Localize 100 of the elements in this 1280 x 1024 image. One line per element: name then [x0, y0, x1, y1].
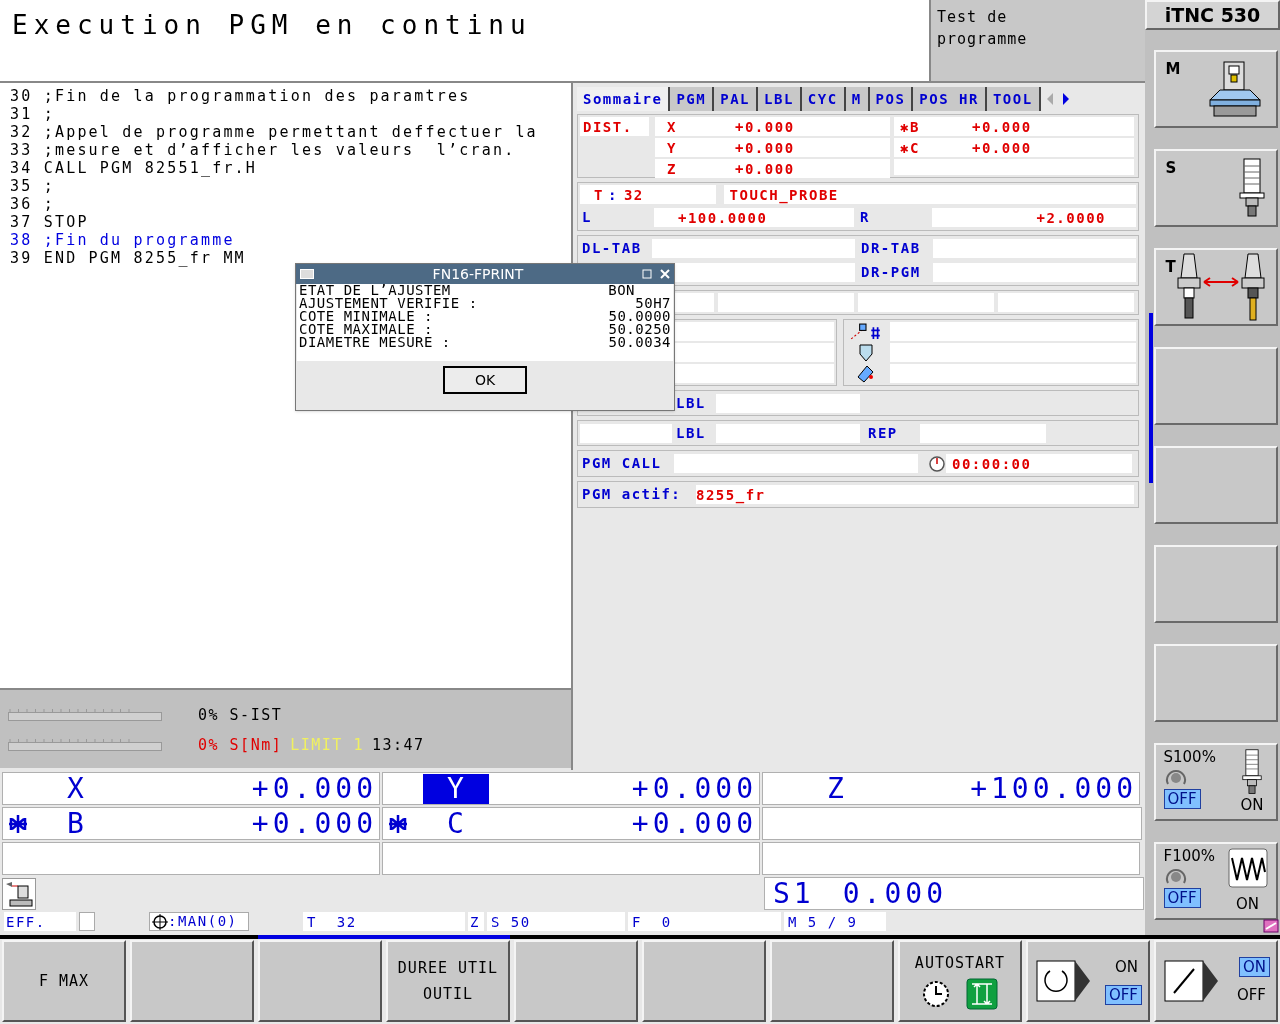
status-tab[interactable]: CYC [801, 87, 846, 111]
axis-value: +0.000 [631, 805, 758, 842]
axis-name: B [66, 808, 89, 839]
status-tab[interactable]: LBL [758, 87, 802, 111]
empty-softkey[interactable] [1153, 545, 1278, 623]
axis-name: Y [423, 773, 489, 804]
run-time: 00:00:00 [952, 456, 1032, 472]
feed-status: F 0 [632, 914, 672, 930]
empty-softkey[interactable] [130, 940, 254, 1022]
program-line[interactable]: 36 ; [10, 195, 571, 213]
status-tab[interactable]: Sommaire [577, 87, 671, 111]
override-label: F100% [1163, 848, 1215, 864]
autostart-softkey[interactable]: AUTOSTART [898, 940, 1022, 1022]
pgm-call-label: PGM CALL [581, 454, 663, 473]
offset-label: DR-TAB [860, 239, 922, 258]
option-label[interactable]: ON [1236, 795, 1268, 815]
clock-icon [922, 980, 950, 1009]
load-reading: 0% S[Nm] [198, 734, 283, 756]
tool-axis: Z [470, 914, 480, 930]
override-softkey[interactable]: F100% OFF ON [1153, 842, 1278, 920]
empty-softkey[interactable] [1153, 347, 1278, 425]
eff-label: EFF. [6, 914, 46, 930]
override-label: S100% [1163, 749, 1216, 765]
program-line[interactable]: 37 STOP [10, 213, 571, 231]
tool-name: TOUCH_PROBE [729, 187, 839, 203]
scroll-right-icon [1060, 92, 1071, 106]
axis-value: +0.000 [251, 770, 378, 807]
value-field [79, 912, 95, 931]
empty-softkey[interactable] [514, 940, 638, 1022]
probe-icon [850, 322, 882, 341]
spindle-speed: 0.000 [842, 875, 947, 912]
empty-softkey[interactable] [1153, 446, 1278, 524]
distance-value: +0.000 [734, 118, 795, 136]
axis-name: ✱B [899, 118, 921, 136]
option-label[interactable]: OFF [1163, 789, 1201, 809]
tool-number: 32 [623, 186, 644, 204]
option-label[interactable]: OFF [1163, 888, 1201, 908]
machine-softkey[interactable]: T [1153, 248, 1278, 326]
datum-icon [152, 913, 168, 930]
distance-value: +0.000 [734, 160, 795, 178]
program-line[interactable]: 35 ; [10, 177, 571, 195]
limit-label: LIMIT 1 [290, 734, 364, 756]
program-line[interactable]: 30 ;Fin de la programmation des paramtres [10, 87, 571, 105]
m-function-status: M 5 / 9 [788, 914, 858, 930]
tool-status: T 32 [307, 914, 357, 930]
tool-label: T [594, 186, 604, 204]
distance-value: +0.000 [972, 139, 1032, 157]
start-icon [966, 978, 998, 1011]
option-label[interactable]: OFF [1104, 985, 1142, 1005]
label-caption: LBL [675, 423, 707, 443]
option-label[interactable]: ON [1238, 957, 1270, 977]
status-tab[interactable]: TOOL [986, 87, 1041, 111]
probe-tip-icon [858, 343, 874, 362]
separator: : [607, 186, 618, 204]
help-icon [1263, 919, 1279, 933]
status-tab[interactable]: POS [869, 87, 914, 111]
program-line[interactable]: 39 END PGM 8255_fr MM [10, 249, 571, 267]
program-line[interactable]: 32 ;Appel de programme permettant deffectuer la [10, 123, 571, 141]
result-label: COTE MINIMALE : [299, 310, 433, 323]
close-icon[interactable] [660, 269, 670, 279]
secondary-mode-text: programme [937, 29, 1029, 50]
spindle-status: S 50 [491, 914, 531, 930]
option-label[interactable]: ON [1232, 894, 1263, 914]
status-tab[interactable]: PAL [714, 87, 759, 111]
machine-softkey[interactable]: S [1153, 149, 1278, 227]
active-program-name: 8255_fr [696, 487, 766, 503]
status-tab[interactable]: M [845, 87, 870, 111]
clock-time: 13:47 [371, 734, 425, 756]
active-program-label: PGM actif: [581, 485, 683, 504]
override-softkey[interactable]: S100% OFF ON [1153, 743, 1278, 821]
probe-angle-icon [857, 364, 875, 383]
axis-value: +100.000 [970, 770, 1138, 807]
option-label[interactable]: ON [1110, 957, 1142, 977]
axis-value: +0.000 [251, 805, 378, 842]
empty-softkey[interactable] [1153, 644, 1278, 722]
empty-softkey[interactable] [258, 940, 382, 1022]
softkey[interactable]: DUREE UTIL OUTIL [386, 940, 510, 1022]
status-tab[interactable]: POS HR [913, 87, 987, 111]
axis-name: X [66, 773, 89, 804]
radius-label: R [859, 208, 871, 227]
program-line[interactable]: 34 CALL PGM 82551_fr.H [10, 159, 571, 177]
softkey[interactable]: F MAX [2, 940, 126, 1022]
ok-button[interactable]: OK [443, 366, 527, 394]
program-line[interactable]: 33 ;mesure et d’afficher les valeurs l’cran. [10, 141, 571, 159]
empty-softkey[interactable] [770, 940, 894, 1022]
status-tab[interactable]: PGM [670, 87, 715, 111]
toggle-softkey[interactable]: ON OFF [1154, 940, 1278, 1022]
axis-name: ✱C [899, 139, 921, 157]
clamp-icon [387, 812, 409, 835]
program-line[interactable]: 31 ; [10, 105, 571, 123]
option-label[interactable]: OFF [1232, 985, 1270, 1005]
secondary-mode-text: Test de [937, 7, 1009, 28]
window-menu-icon [300, 269, 314, 279]
clamp-icon [7, 812, 29, 835]
maximize-icon[interactable] [642, 269, 652, 279]
empty-softkey[interactable] [642, 940, 766, 1022]
toggle-softkey[interactable]: ON OFF [1026, 940, 1150, 1022]
brand-name: iTNC 530 [1164, 2, 1261, 28]
machine-softkey[interactable]: M [1153, 50, 1278, 128]
program-line[interactable]: 38 ;Fin du programme [10, 231, 571, 249]
